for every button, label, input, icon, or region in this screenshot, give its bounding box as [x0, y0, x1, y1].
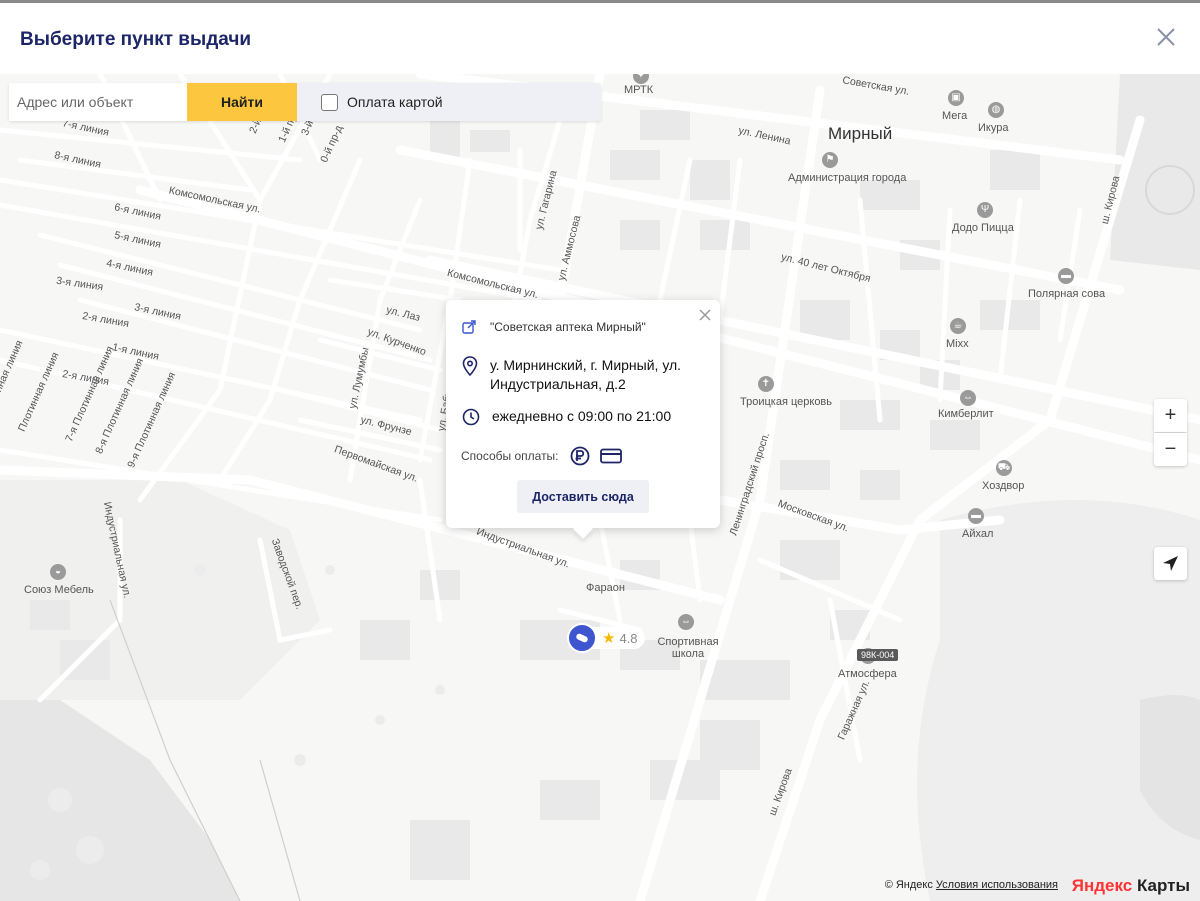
- external-link-icon[interactable]: [462, 320, 476, 334]
- shop-icon[interactable]: ◒: [50, 564, 66, 580]
- logo-yandex: Яндекс: [1071, 876, 1133, 895]
- cash-payment-icon: [570, 446, 589, 466]
- hotel-icon[interactable]: ▬: [968, 508, 984, 524]
- location-pin-icon: [462, 356, 478, 376]
- poi-label[interactable]: Мега: [942, 110, 967, 122]
- poi-label[interactable]: Додо Пицца: [952, 222, 1014, 234]
- poi-label[interactable]: Кимберлит: [938, 408, 994, 420]
- address-search-input[interactable]: [9, 83, 187, 121]
- pill-icon: [576, 633, 588, 643]
- modal-header: Выберите пункт выдачи: [0, 0, 1200, 74]
- popup-close-icon[interactable]: [698, 308, 712, 322]
- sport-icon[interactable]: ⇔: [678, 614, 694, 630]
- sport-icon[interactable]: ⇔: [960, 390, 976, 406]
- payment-methods-label: Способы оплаты:: [461, 449, 559, 463]
- city-label: Мирный: [828, 124, 893, 143]
- navigation-arrow-icon: [1163, 556, 1178, 571]
- church-icon[interactable]: ✝: [758, 376, 774, 392]
- modal-title: Выберите пункт выдачи: [20, 29, 252, 50]
- pickup-point-address: у. Мирнинский, г. Мирный, ул. Индустриал…: [490, 357, 682, 392]
- road-badge: 98К-004: [857, 649, 899, 661]
- poi-label[interactable]: Mixx: [946, 338, 969, 350]
- food-icon[interactable]: Ψ: [977, 202, 993, 218]
- food-icon[interactable]: ◍: [988, 102, 1004, 118]
- zoom-out-button[interactable]: −: [1154, 433, 1187, 466]
- poi-label[interactable]: Союз Мебель: [24, 584, 94, 596]
- star-icon: ★: [602, 630, 616, 647]
- working-hours: ежедневно с 09:00 по 21:00: [492, 408, 672, 424]
- card-payment-checkbox[interactable]: [321, 93, 338, 111]
- hotel-icon[interactable]: ▬: [1058, 268, 1074, 284]
- poi-label[interactable]: Полярная сова: [1028, 288, 1105, 300]
- find-button[interactable]: Найти: [187, 83, 297, 121]
- poi-label[interactable]: Спортивная школа: [656, 636, 720, 660]
- cart-icon[interactable]: ⛟: [996, 460, 1012, 476]
- close-icon[interactable]: [1154, 25, 1178, 49]
- pickup-point-marker[interactable]: [567, 623, 597, 653]
- card-payment-icon: [599, 448, 622, 464]
- poi-label[interactable]: Хоздвор: [982, 480, 1024, 492]
- terms-link[interactable]: Условия использования: [936, 879, 1058, 891]
- flag-icon[interactable]: ⚑: [822, 152, 838, 168]
- poi-label[interactable]: Икура: [978, 122, 1008, 134]
- poi-label[interactable]: МРТК: [624, 84, 653, 96]
- cafe-icon[interactable]: ☕: [950, 318, 966, 334]
- zoom-in-button[interactable]: +: [1154, 399, 1187, 432]
- clock-icon: [462, 408, 480, 426]
- logo-maps: Карты: [1132, 876, 1190, 895]
- pickup-point-name[interactable]: "Советская аптека Мирный": [490, 320, 646, 334]
- search-panel: Найти Оплата картой: [9, 83, 601, 121]
- poi-label[interactable]: Айхал: [962, 528, 993, 540]
- pickup-point-popup: "Советская аптека Мирный" у. Мирнинский,…: [446, 300, 720, 528]
- poi-label[interactable]: Администрация города: [788, 172, 906, 184]
- marker-label[interactable]: Фараон: [586, 582, 625, 594]
- rating-value: 4.8: [619, 630, 638, 646]
- deliver-here-button[interactable]: Доставить сюда: [517, 480, 649, 513]
- poi-label[interactable]: Атмосфера: [838, 668, 897, 680]
- geolocation-button[interactable]: [1154, 547, 1187, 580]
- poi-label[interactable]: Троицкая церковь: [740, 396, 832, 408]
- copyright-text: © Яндекс: [884, 879, 933, 891]
- yandex-maps-logo[interactable]: Яндекс Карты: [1072, 876, 1190, 896]
- shop-icon[interactable]: ▣: [948, 90, 964, 106]
- card-payment-label: Оплата картой: [347, 94, 443, 110]
- card-payment-filter[interactable]: Оплата картой: [321, 83, 443, 121]
- map-copyright: © Яндекс Условия использования: [885, 879, 1058, 891]
- marker-rating[interactable]: ★ 4.8: [592, 627, 645, 649]
